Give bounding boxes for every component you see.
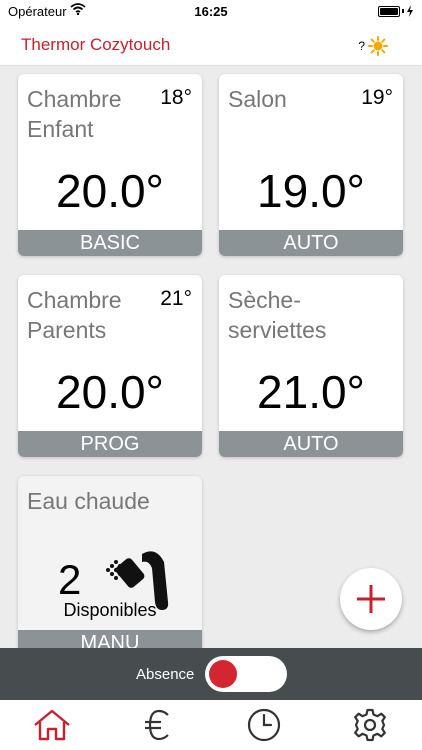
app-title: Thermor Cozytouch — [21, 35, 171, 54]
device-tile-chambre-enfant[interactable]: Chambre Enfant 18° 20.0° BASIC — [18, 74, 202, 256]
hot-water-availability-label: Disponibles — [63, 600, 157, 620]
absence-toggle[interactable] — [205, 656, 287, 692]
gear-icon — [354, 708, 386, 742]
device-tile-chambre-parents[interactable]: Chambre Parents 21° 20.0° PROG — [18, 275, 202, 457]
device-temperature: 20.0° — [56, 165, 164, 217]
add-device-button[interactable] — [340, 568, 402, 630]
tab-home[interactable] — [32, 708, 72, 742]
device-temperature: 21.0° — [257, 366, 365, 418]
euro-icon — [145, 709, 169, 741]
device-tile-eau-chaude[interactable]: Eau chaude 2 Disponibles MANU — [18, 476, 202, 656]
sun-icon — [368, 36, 388, 56]
device-mode: PROG — [18, 431, 202, 457]
device-tile-salon[interactable]: Salon 19° 19.0° AUTO — [219, 74, 403, 256]
device-mode: AUTO — [219, 431, 403, 457]
device-mode: AUTO — [219, 230, 403, 256]
absence-label: Absence — [136, 666, 195, 683]
home-icon — [34, 709, 70, 741]
absence-toggle-knob — [209, 660, 237, 688]
weather-unknown-mark: ? — [358, 39, 365, 53]
tab-settings[interactable] — [350, 708, 390, 742]
clock-icon — [247, 708, 281, 742]
battery-icon — [378, 5, 414, 17]
plus-icon — [357, 585, 385, 613]
device-name: Sèche-serviettes — [228, 287, 327, 343]
tab-cost[interactable] — [138, 708, 178, 742]
device-temperature: 20.0° — [56, 366, 164, 418]
device-setpoint: 18° — [160, 86, 192, 109]
device-setpoint: 19° — [361, 86, 393, 109]
device-setpoint: 21° — [160, 287, 192, 310]
status-time: 16:25 — [194, 4, 228, 19]
weather-button[interactable]: ? — [358, 36, 388, 56]
device-name: Chambre Parents — [27, 287, 122, 343]
device-name: Chambre Enfant — [27, 86, 122, 142]
hot-water-count: 2 — [58, 556, 82, 603]
tab-schedule[interactable] — [244, 708, 284, 742]
device-temperature: 19.0° — [257, 165, 365, 217]
status-bar: Opérateur 16:25 — [0, 0, 422, 22]
device-name: Salon — [228, 86, 287, 112]
device-name: Eau chaude — [27, 488, 150, 514]
app-header: Thermor Cozytouch ? — [0, 22, 422, 66]
device-mode: BASIC — [18, 230, 202, 256]
device-tile-seche-serviettes[interactable]: Sèche-serviettes 21.0° AUTO — [219, 275, 403, 457]
absence-bar: Absence — [0, 648, 422, 700]
tab-bar — [0, 700, 422, 750]
